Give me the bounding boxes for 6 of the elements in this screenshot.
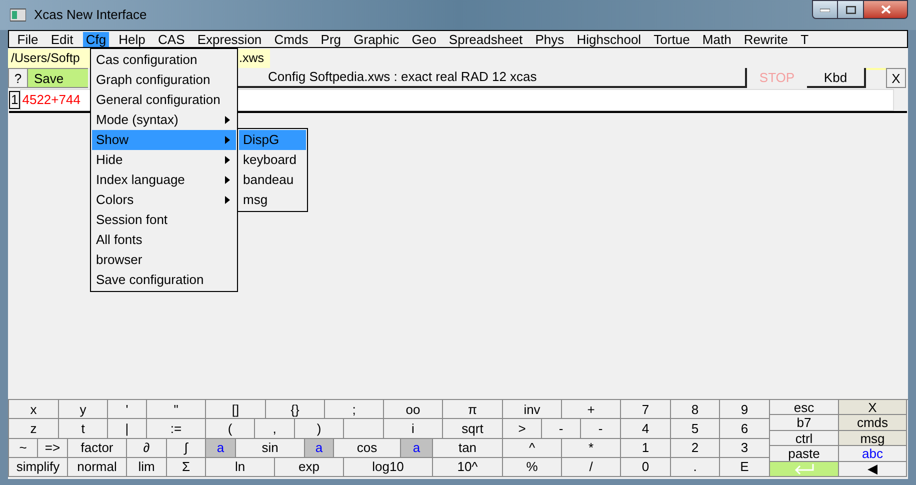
file-path: /Users/Softp (11, 50, 80, 68)
window-title: Xcas New Interface (34, 6, 147, 24)
entry-number: 1 (9, 91, 20, 109)
file-extension: .xws (239, 50, 264, 68)
expression-text: 4522+744 (21, 91, 80, 110)
status-field: Config Softpedia.xws : exact real RAD 12 xcas (237, 68, 747, 88)
